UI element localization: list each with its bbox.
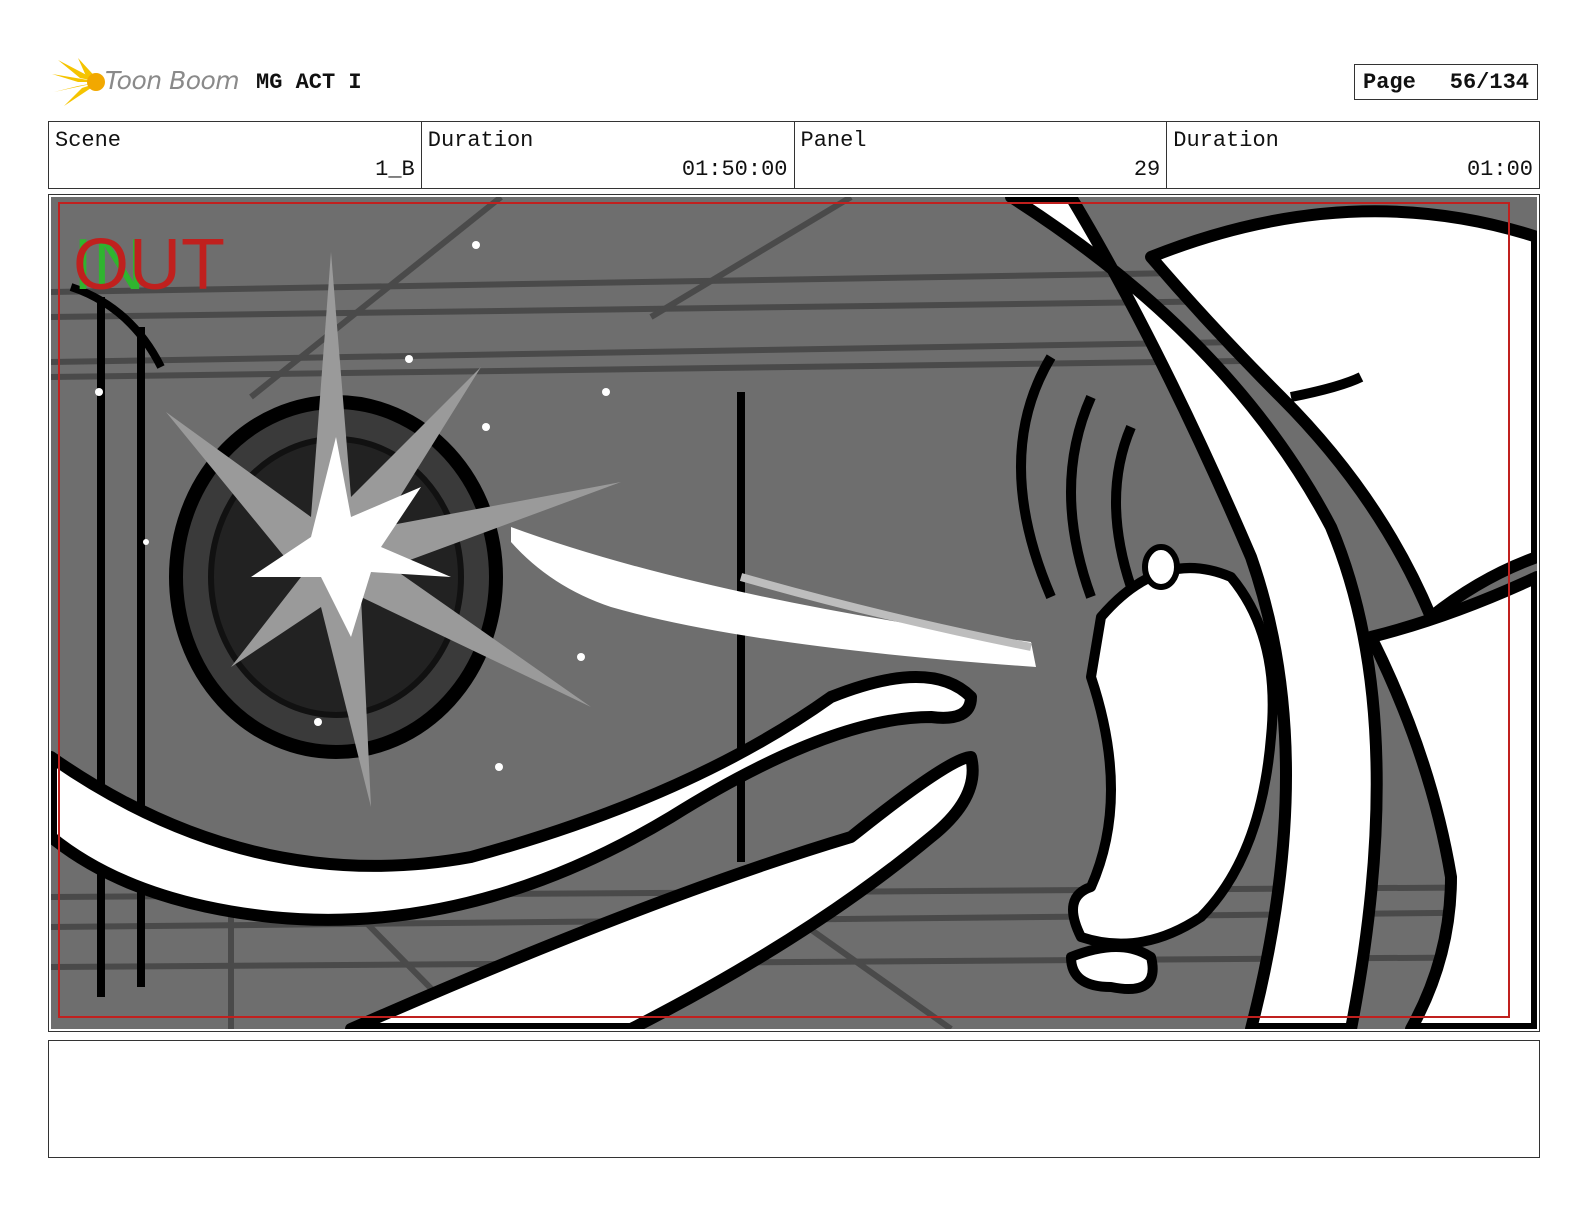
scene-value: 1_B bbox=[375, 157, 415, 182]
scene-cell: Scene 1_B bbox=[49, 122, 422, 188]
scene-duration-value: 01:50:00 bbox=[681, 157, 788, 182]
page-number: 56/134 bbox=[1449, 69, 1529, 95]
logo-wordmark: Toon Boom bbox=[105, 66, 240, 95]
scene-duration-cell: Duration 01:50:00 bbox=[422, 122, 795, 188]
panel-duration-cell: Duration 01:00 bbox=[1167, 122, 1539, 188]
panel-value: 29 bbox=[1133, 157, 1161, 182]
scene-info-table: Scene 1_B Duration 01:50:00 Panel 29 Dur… bbox=[48, 121, 1540, 189]
storyboard-panel: IN OUT bbox=[48, 194, 1540, 1032]
scene-duration-label: Duration bbox=[427, 128, 534, 153]
storyboard-sketch-image: IN OUT bbox=[51, 197, 1537, 1029]
scene-label: Scene bbox=[55, 128, 122, 153]
out-marker: OUT bbox=[73, 225, 225, 305]
page-label: Page bbox=[1363, 69, 1416, 95]
document-title: MG ACT I bbox=[256, 70, 362, 95]
starburst-logo-icon bbox=[52, 58, 105, 106]
panel-cell: Panel 29 bbox=[795, 122, 1168, 188]
panel-duration-label: Duration bbox=[1173, 128, 1279, 153]
panel-duration-value: 01:00 bbox=[1466, 157, 1533, 182]
panel-label: Panel bbox=[800, 128, 867, 153]
page-indicator: Page 56/134 bbox=[1354, 64, 1538, 100]
panel-notes-box bbox=[48, 1040, 1540, 1158]
